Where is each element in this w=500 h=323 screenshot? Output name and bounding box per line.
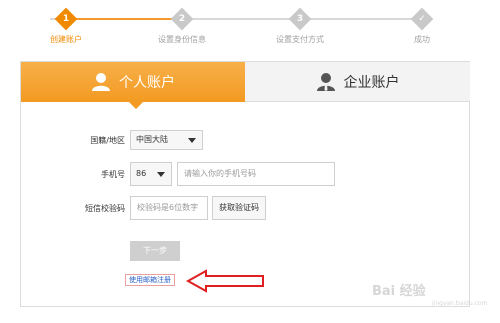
tab-enterprise-label: 企业账户 bbox=[343, 74, 400, 91]
step-1-number: 1 bbox=[62, 14, 70, 24]
next-button[interactable]: 下一步 bbox=[130, 241, 180, 261]
sms-code-label: 短信校验码 bbox=[85, 204, 125, 213]
tab-personal-label: 个人账户 bbox=[119, 75, 175, 91]
user-icon bbox=[92, 73, 110, 91]
chevron-down-icon bbox=[157, 172, 165, 177]
registration-card: 个人账户 企业账户 国籍/地区 中国大陆 手机号 86 请输入你的手机号码 短信… bbox=[20, 61, 470, 307]
step-2-label: 设置身份信息 bbox=[158, 35, 206, 44]
tab-personal-account[interactable]: 个人账户 bbox=[21, 62, 245, 109]
chevron-down-icon bbox=[188, 138, 196, 143]
step-3-indicator: 3 bbox=[288, 7, 312, 31]
step-connector bbox=[190, 18, 294, 20]
business-user-icon bbox=[316, 72, 335, 91]
step-3-label: 设置支付方式 bbox=[276, 35, 324, 44]
progress-stepper: 1 2 3 ✓ 创建账户 设置身份信息 设置支付方式 成功 bbox=[0, 0, 500, 52]
sms-code-input[interactable]: 校验码是6位数字 bbox=[130, 196, 208, 220]
step-4-label: 成功 bbox=[414, 35, 430, 44]
watermark-url: jingyan.baidu.com bbox=[432, 300, 488, 307]
phone-input[interactable]: 请输入你的手机号码 bbox=[177, 162, 335, 186]
email-register-link[interactable]: 使用邮箱注册 bbox=[125, 274, 175, 286]
region-label: 国籍/地区 bbox=[90, 136, 125, 145]
step-4-indicator: ✓ bbox=[410, 7, 434, 31]
watermark-logo: Bai 经验 bbox=[372, 284, 426, 299]
step-connector bbox=[306, 18, 418, 20]
step-2-indicator: 2 bbox=[170, 7, 194, 31]
step-connector bbox=[74, 18, 178, 20]
get-code-button[interactable]: 获取验证码 bbox=[212, 196, 266, 220]
phone-placeholder: 请输入你的手机号码 bbox=[184, 169, 256, 178]
step-3-number: 3 bbox=[296, 14, 304, 24]
checkmark-icon: ✓ bbox=[418, 14, 426, 24]
active-tab-pointer bbox=[129, 102, 143, 109]
country-code-select[interactable]: 86 bbox=[130, 162, 172, 186]
region-value: 中国大陆 bbox=[136, 135, 168, 144]
tab-enterprise-account[interactable]: 企业账户 bbox=[245, 62, 470, 102]
step-1-label: 创建账户 bbox=[50, 35, 82, 44]
step-1-indicator: 1 bbox=[54, 7, 78, 31]
sms-code-placeholder: 校验码是6位数字 bbox=[137, 203, 199, 212]
region-select[interactable]: 中国大陆 bbox=[130, 130, 203, 150]
country-code-value: 86 bbox=[136, 169, 147, 178]
step-2-number: 2 bbox=[178, 14, 186, 24]
phone-label: 手机号 bbox=[101, 170, 125, 179]
